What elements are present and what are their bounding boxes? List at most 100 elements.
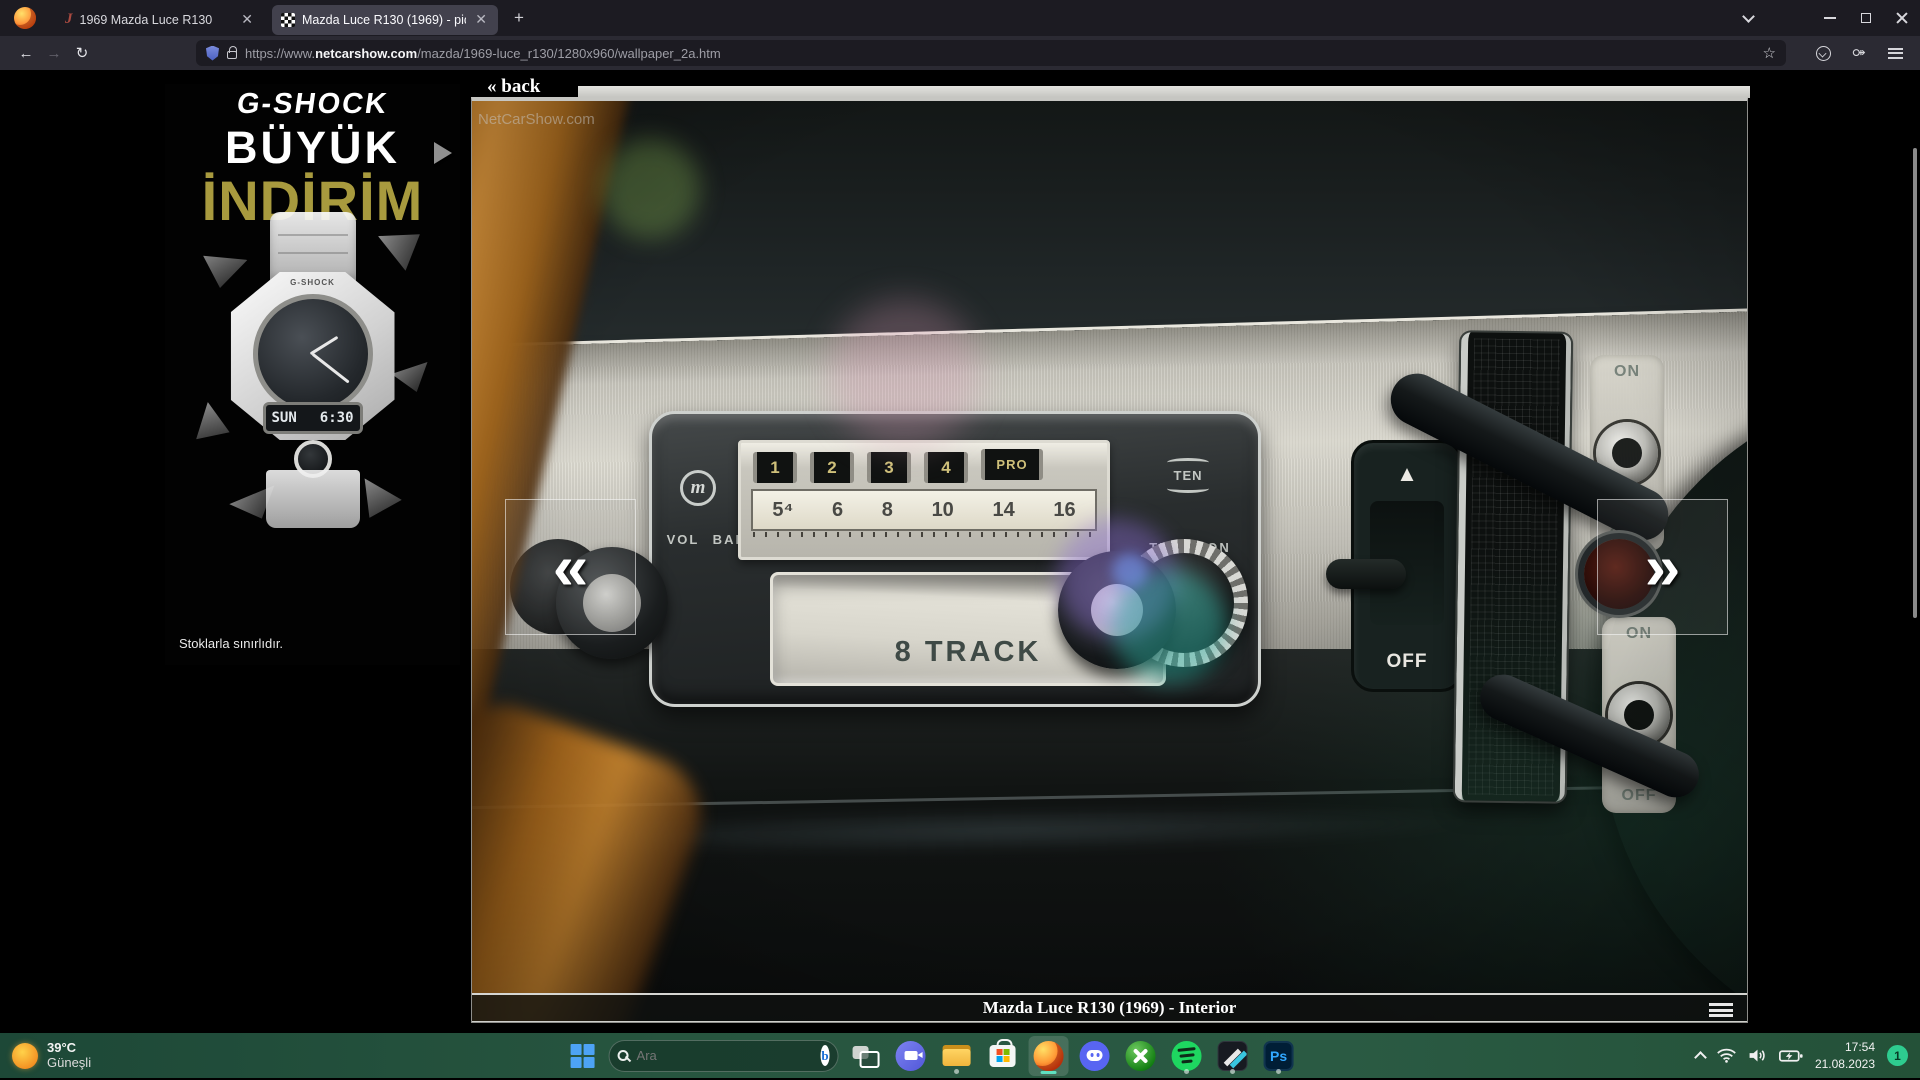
page-scrollbar[interactable] xyxy=(1913,148,1917,618)
checkered-flag-favicon xyxy=(281,13,295,27)
back-link[interactable]: « back xyxy=(487,76,540,98)
glass-shard xyxy=(353,478,404,525)
tab-1969-mazda-luce[interactable]: J 1969 Mazda Luce R130 ✕ xyxy=(56,5,264,35)
rocker-off-label: OFF xyxy=(1354,651,1460,673)
tab-title: 1969 Mazda Luce R130 xyxy=(80,13,233,27)
xbox-button[interactable] xyxy=(1121,1036,1161,1076)
tracking-protection-shield-icon[interactable] xyxy=(206,46,219,61)
running-indicator xyxy=(1276,1069,1281,1074)
close-icon xyxy=(1895,11,1909,25)
firefox-button[interactable] xyxy=(1029,1036,1069,1076)
weather-widget[interactable]: 39°C Güneşli xyxy=(0,1040,91,1071)
dial-number: 16 xyxy=(1053,499,1075,522)
double-chevron-left-icon: « xyxy=(553,530,589,604)
reload-button[interactable]: ↻ xyxy=(68,40,96,66)
url-text: https://www.netcarshow.com/mazda/1969-lu… xyxy=(245,46,721,61)
pocket-icon xyxy=(1816,46,1831,61)
hamburger-menu-icon xyxy=(1888,48,1903,59)
back-button[interactable]: ← xyxy=(12,40,40,66)
page-content: « back G-SHOCK BÜYÜK İNDİRİM G-SHOCK SUN… xyxy=(0,70,1920,1033)
dial-number: 6 xyxy=(832,499,843,522)
taskbar-center-icons: b Ps xyxy=(563,1033,1299,1078)
preset-button-3: 3 xyxy=(867,452,911,483)
discord-button[interactable] xyxy=(1075,1036,1115,1076)
rocker-lever xyxy=(1326,559,1406,589)
firefox-icon xyxy=(1034,1041,1064,1071)
url-bar[interactable]: https://www.netcarshow.com/mazda/1969-lu… xyxy=(196,40,1786,66)
minimize-icon xyxy=(1824,17,1836,19)
bokeh-flare xyxy=(1112,553,1148,589)
file-explorer-button[interactable] xyxy=(937,1036,977,1076)
hidden-icons-chevron[interactable] xyxy=(1694,1051,1707,1064)
dial-number: 10 xyxy=(932,499,954,522)
active-window-indicator xyxy=(1041,1071,1057,1074)
start-button[interactable] xyxy=(563,1036,603,1076)
tab-mazda-pictures-active[interactable]: Mazda Luce R130 (1969) - pictur ✕ xyxy=(272,5,498,35)
bookmark-star-icon[interactable]: ☆ xyxy=(1763,44,1776,62)
tab-close-icon[interactable]: ✕ xyxy=(239,11,255,28)
previous-image-button[interactable]: « xyxy=(505,499,636,635)
chat-button[interactable] xyxy=(891,1036,931,1076)
new-tab-button[interactable]: + xyxy=(506,5,532,31)
menu-button[interactable] xyxy=(1882,40,1908,66)
tab-title: Mazda Luce R130 (1969) - pictur xyxy=(302,13,466,27)
search-input[interactable] xyxy=(637,1048,813,1063)
image-caption-title: Mazda Luce R130 (1969) - Interior xyxy=(983,998,1237,1018)
search-icon xyxy=(618,1050,629,1061)
gshock-ad-banner[interactable]: G-SHOCK BÜYÜK İNDİRİM G-SHOCK SUN 6:30 S… xyxy=(165,84,460,665)
ad-headline-1: BÜYÜK xyxy=(165,122,460,174)
wallpaper-engine-button[interactable] xyxy=(1213,1036,1253,1076)
chevron-down-icon xyxy=(1742,10,1755,23)
preset-button-4: 4 xyxy=(924,452,968,483)
car-interior-photo: m VOL BAL 1 2 3 4 PRO 5⁴ 6 8 10 xyxy=(472,101,1747,1022)
watch-lcd: SUN 6:30 xyxy=(263,402,363,434)
pocket-button[interactable] xyxy=(1810,40,1836,66)
ad-disclaimer: Stoklarla sınırlıdır. xyxy=(179,636,283,651)
windows-taskbar: 39°C Güneşli b Ps xyxy=(0,1033,1920,1078)
dial-number: 14 xyxy=(992,499,1014,522)
wifi-icon[interactable] xyxy=(1717,1048,1736,1063)
rocker-switch-panel: ▲ OFF xyxy=(1351,440,1463,692)
tray-date: 21.08.2023 xyxy=(1815,1056,1875,1072)
ten-logo-arc xyxy=(1167,484,1209,493)
microsoft-store-button[interactable] xyxy=(983,1036,1023,1076)
extensions-button[interactable]: ⚩ xyxy=(1846,40,1872,66)
radio-maker-logo: m xyxy=(680,470,716,506)
firefox-view-icon[interactable] xyxy=(14,7,36,29)
close-button[interactable] xyxy=(1884,0,1920,36)
task-view-button[interactable] xyxy=(845,1036,885,1076)
dial-number: 8 xyxy=(882,499,893,522)
watch-lcd-time: 6:30 xyxy=(320,410,354,426)
taskbar-search[interactable]: b xyxy=(609,1040,839,1072)
xbox-icon xyxy=(1126,1041,1156,1071)
battery-charging-icon[interactable] xyxy=(1779,1049,1803,1063)
store-bag-icon xyxy=(990,1045,1016,1067)
next-image-button[interactable]: » xyxy=(1597,499,1728,635)
lock-icon[interactable] xyxy=(227,51,237,59)
photoshop-icon: Ps xyxy=(1264,1041,1294,1071)
photoshop-button[interactable]: Ps xyxy=(1259,1036,1299,1076)
tab-close-icon[interactable]: ✕ xyxy=(473,11,489,28)
watch-lcd-day: SUN xyxy=(272,410,297,426)
volume-icon[interactable] xyxy=(1748,1048,1767,1063)
browser-toolbar: ← → ↻ https://www.netcarshow.com/mazda/1… xyxy=(0,36,1920,70)
radio-tuner-panel: 1 2 3 4 PRO 5⁴ 6 8 10 14 16 xyxy=(738,440,1110,560)
running-indicator xyxy=(1230,1069,1235,1074)
image-caption-bar: Mazda Luce R130 (1969) - Interior xyxy=(472,993,1747,1022)
gallery-menu-icon[interactable] xyxy=(1709,1003,1733,1017)
list-all-tabs-button[interactable] xyxy=(1730,0,1766,36)
folder-icon xyxy=(943,1045,971,1066)
wallpaper-engine-icon xyxy=(1218,1041,1248,1071)
clock[interactable]: 17:54 21.08.2023 xyxy=(1815,1039,1875,1071)
bing-icon: b xyxy=(821,1045,830,1066)
forward-button[interactable]: → xyxy=(40,40,68,66)
notification-badge[interactable]: 1 xyxy=(1887,1045,1908,1066)
watch-strap-bottom xyxy=(266,470,360,528)
ad-brand-logo: G-SHOCK xyxy=(165,88,460,121)
glass-shard xyxy=(188,402,236,452)
spotify-button[interactable] xyxy=(1167,1036,1207,1076)
window-controls xyxy=(1730,0,1920,36)
bokeh-flare xyxy=(830,299,980,449)
minimize-button[interactable] xyxy=(1812,0,1848,36)
restore-button[interactable] xyxy=(1848,0,1884,36)
